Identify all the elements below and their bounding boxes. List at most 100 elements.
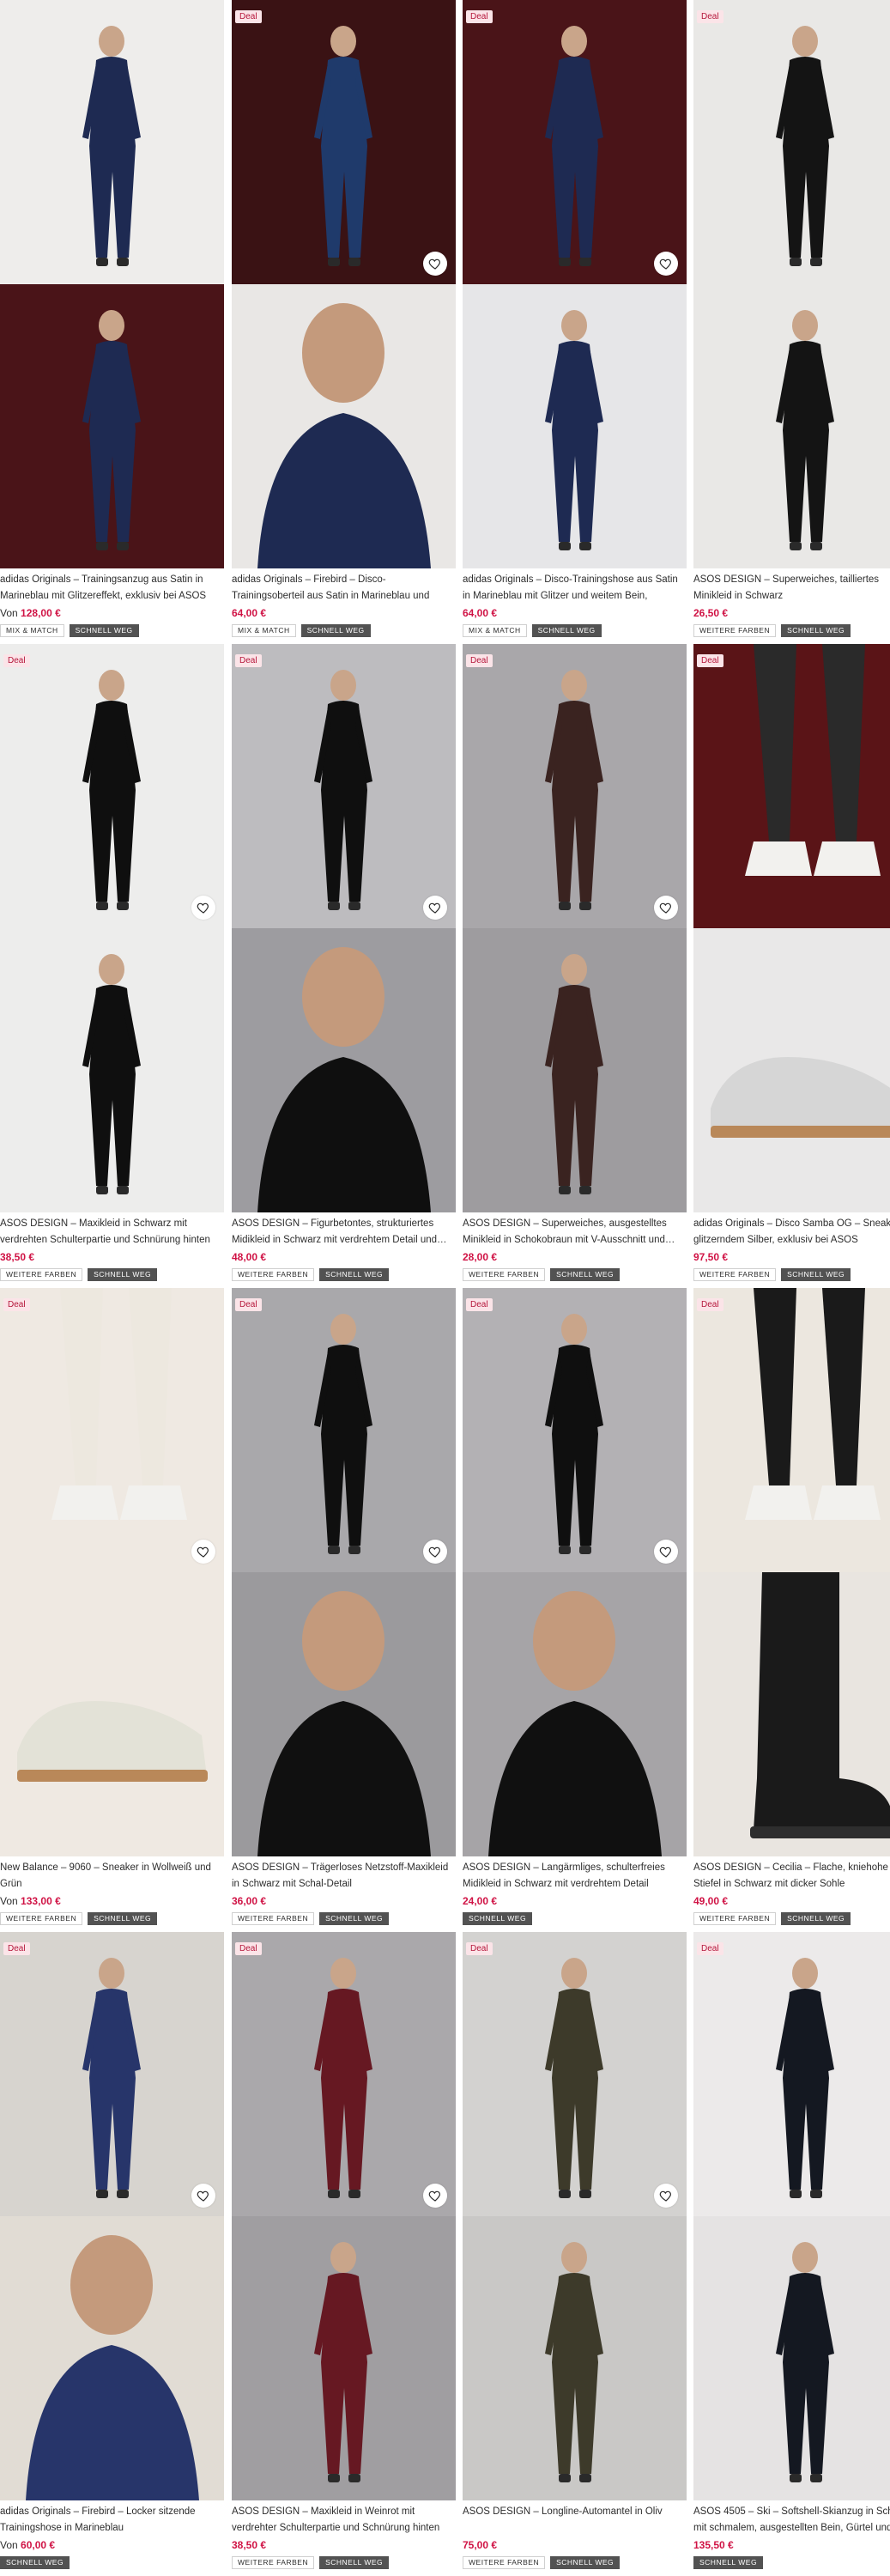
product-image-primary[interactable]: Deal <box>463 1288 687 1572</box>
price-value: 128,00 € <box>21 607 61 619</box>
more-colours-tag: WEITERE FARBEN <box>693 1268 777 1281</box>
deal-badge: Deal <box>235 1298 262 1311</box>
product-price: 64,00 € <box>232 606 456 620</box>
product-card[interactable]: Deal New Balance – 9060 – Sneaker in Woll… <box>0 1288 224 1932</box>
product-image-secondary[interactable] <box>232 1572 456 1856</box>
product-title[interactable]: adidas Originals – Firebird – Locker sit… <box>0 2504 224 2537</box>
product-image-primary[interactable]: Deal <box>463 0 687 284</box>
product-price: 97,50 € <box>693 1250 890 1264</box>
save-for-later-heart-icon[interactable] <box>423 252 447 276</box>
product-image-primary[interactable]: Deal <box>693 1932 890 2216</box>
product-image-secondary[interactable] <box>0 1572 224 1856</box>
product-image-secondary[interactable] <box>463 928 687 1212</box>
product-card[interactable]: Deal ASOS DESIGN – Langärmliges, schulter… <box>463 1288 687 1932</box>
product-card[interactable]: Deal ASOS DESIGN – Figurbetontes, struktu… <box>232 644 456 1288</box>
save-for-later-heart-icon[interactable] <box>423 896 447 920</box>
product-card[interactable]: Deal ASOS DESIGN – Maxikleid in Schwarz m… <box>0 644 224 1288</box>
save-for-later-heart-icon[interactable] <box>423 2184 447 2208</box>
product-card[interactable]: adidas Originals – Trainingsanzug aus Sa… <box>0 0 224 644</box>
product-image-secondary[interactable] <box>232 2216 456 2500</box>
product-image-secondary[interactable] <box>693 2216 890 2500</box>
product-card[interactable]: Deal adidas Originals – Firebird – Disco-… <box>232 0 456 644</box>
product-card[interactable]: Deal ASOS DESIGN – Maxikleid in Weinrot m… <box>232 1932 456 2576</box>
product-card[interactable]: Deal ASOS DESIGN – Cecilia – Flache, knie… <box>693 1288 890 1932</box>
product-image-secondary[interactable] <box>693 284 890 568</box>
deal-badge: Deal <box>235 1942 262 1955</box>
product-image-primary[interactable]: Deal <box>232 0 456 284</box>
selling-fast-tag: SCHNELL WEG <box>69 624 139 637</box>
product-image-secondary[interactable] <box>463 1572 687 1856</box>
save-for-later-heart-icon[interactable] <box>191 1540 215 1564</box>
product-title[interactable]: ASOS 4505 – Ski – Softshell-Skianzug in … <box>693 2504 890 2537</box>
selling-fast-tag: SCHNELL WEG <box>0 2556 70 2569</box>
product-card[interactable]: Deal adidas Originals – Disco-Trainingsho… <box>463 0 687 644</box>
product-tags: MIX & MATCH SCHNELL WEG <box>232 624 456 637</box>
product-image-primary[interactable]: Deal <box>463 644 687 928</box>
product-title[interactable]: ASOS DESIGN – Maxikleid in Weinrot mit v… <box>232 2504 456 2537</box>
product-image-primary[interactable]: Deal <box>232 1932 456 2216</box>
save-for-later-heart-icon[interactable] <box>654 896 678 920</box>
product-price: 24,00 € <box>463 1894 687 1908</box>
person-illustration <box>545 2242 603 2482</box>
product-title[interactable]: ASOS DESIGN – Cecilia – Flache, kniehohe… <box>693 1860 890 1893</box>
product-image-secondary[interactable] <box>232 928 456 1212</box>
product-tags: WEITERE FARBEN SCHNELL WEG <box>463 1268 687 1281</box>
person-illustration <box>82 954 141 1194</box>
deal-badge: Deal <box>466 10 493 23</box>
product-image-primary[interactable]: Deal <box>693 0 890 284</box>
product-title[interactable]: New Balance – 9060 – Sneaker in Wollweiß… <box>0 1860 224 1893</box>
product-tags: WEITERE FARBEN SCHNELL WEG <box>232 1912 456 1925</box>
product-image-secondary[interactable] <box>463 284 687 568</box>
person-illustration <box>545 1958 603 2198</box>
save-for-later-heart-icon[interactable] <box>191 2184 215 2208</box>
product-image-secondary[interactable] <box>0 2216 224 2500</box>
product-image-secondary[interactable] <box>693 1572 890 1856</box>
product-image-primary[interactable] <box>0 0 224 284</box>
product-card[interactable]: Deal ASOS DESIGN – Superweiches, ausgeste… <box>463 644 687 1288</box>
save-for-later-heart-icon[interactable] <box>423 1540 447 1564</box>
product-image-secondary[interactable] <box>693 928 890 1212</box>
product-title[interactable]: adidas Originals – Trainingsanzug aus Sa… <box>0 572 224 605</box>
product-price: 135,50 € <box>693 2538 890 2552</box>
save-for-later-heart-icon[interactable] <box>191 896 215 920</box>
product-title[interactable]: ASOS DESIGN – Figurbetontes, strukturier… <box>232 1216 456 1249</box>
save-for-later-heart-icon[interactable] <box>654 252 678 276</box>
product-title[interactable]: ASOS DESIGN – Langärmliges, schulterfrei… <box>463 1860 687 1893</box>
legs-illustration <box>745 644 881 876</box>
product-image-secondary[interactable] <box>0 284 224 568</box>
product-image-secondary[interactable] <box>463 2216 687 2500</box>
product-title[interactable]: adidas Originals – Disco Samba OG – Snea… <box>693 1216 890 1249</box>
product-image-primary[interactable]: Deal <box>232 644 456 928</box>
product-image-primary[interactable]: Deal <box>232 1288 456 1572</box>
product-card[interactable]: Deal ASOS DESIGN – Superweiches, taillier… <box>693 0 890 644</box>
product-title[interactable]: ASOS DESIGN – Superweiches, ausgestellte… <box>463 1216 687 1249</box>
product-image-secondary[interactable] <box>0 928 224 1212</box>
product-tags: WEITERE FARBEN SCHNELL WEG <box>0 1912 224 1925</box>
product-title[interactable]: ASOS DESIGN – Longline-Automantel in Oli… <box>463 2504 687 2537</box>
product-price: 48,00 € <box>232 1250 456 1264</box>
product-card[interactable]: Deal adidas Originals – Firebird – Locker… <box>0 1932 224 2576</box>
product-card[interactable]: Deal ASOS DESIGN – Longline-Automantel in… <box>463 1932 687 2576</box>
price-value: 133,00 € <box>21 1895 61 1907</box>
product-image-primary[interactable]: Deal <box>0 644 224 928</box>
product-card[interactable]: Deal ASOS 4505 – Ski – Softshell-Skianzug… <box>693 1932 890 2576</box>
product-image-primary[interactable]: Deal <box>693 1288 890 1572</box>
price-value: 97,50 € <box>693 1251 729 1263</box>
save-for-later-heart-icon[interactable] <box>654 1540 678 1564</box>
product-title[interactable]: ASOS DESIGN – Superweiches, tailliertes … <box>693 572 890 605</box>
product-title[interactable]: ASOS DESIGN – Maxikleid in Schwarz mit v… <box>0 1216 224 1249</box>
person-illustration <box>82 310 141 550</box>
product-image-primary[interactable]: Deal <box>693 644 890 928</box>
product-card[interactable]: Deal ASOS DESIGN – Trägerloses Netzstoff-… <box>232 1288 456 1932</box>
product-card[interactable]: Deal adidas Originals – Disco Samba OG – … <box>693 644 890 1288</box>
product-image-primary[interactable]: Deal <box>463 1932 687 2216</box>
product-image-primary[interactable]: Deal <box>0 1932 224 2216</box>
save-for-later-heart-icon[interactable] <box>654 2184 678 2208</box>
product-title[interactable]: ASOS DESIGN – Trägerloses Netzstoff-Maxi… <box>232 1860 456 1893</box>
deal-badge: Deal <box>466 1298 493 1311</box>
product-image-primary[interactable]: Deal <box>0 1288 224 1572</box>
product-title[interactable]: adidas Originals – Disco-Trainingshose a… <box>463 572 687 605</box>
product-title[interactable]: adidas Originals – Firebird – Disco-Trai… <box>232 572 456 605</box>
product-image-secondary[interactable] <box>232 284 456 568</box>
product-tags: WEITERE FARBEN SCHNELL WEG <box>0 1268 224 1281</box>
